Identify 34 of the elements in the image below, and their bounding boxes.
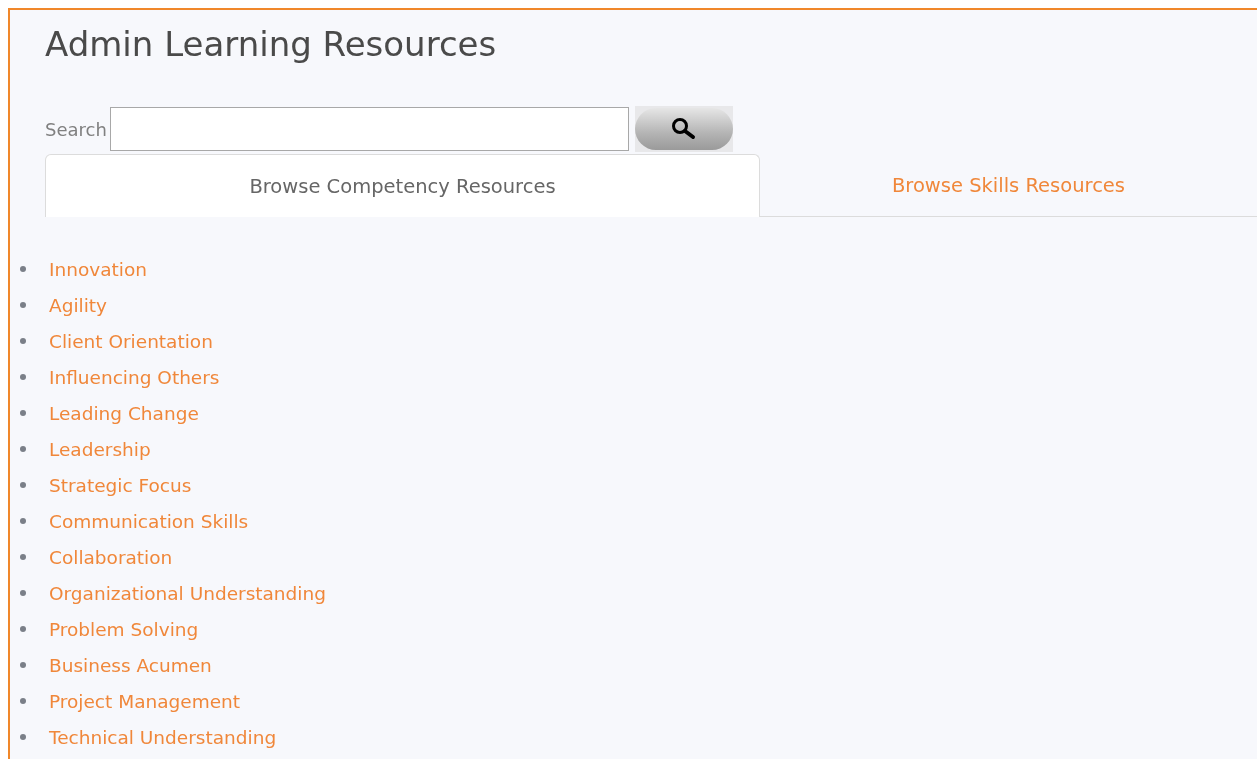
bullet-icon [20,410,26,416]
tab[interactable]: Browse Competency Resources [45,154,760,217]
bullet-icon [20,590,26,596]
competency-link[interactable]: Problem Solving [49,618,199,640]
competency-link[interactable]: Agility [49,294,108,316]
bullet-icon [20,734,26,740]
competency-link[interactable]: Collaboration [49,546,173,568]
competency-link[interactable]: Technical Understanding [49,726,277,748]
competency-link[interactable]: Innovation [49,258,147,280]
search-field[interactable] [109,107,629,151]
competency-link[interactable]: Influencing Others [49,366,220,388]
bullet-icon [20,518,26,524]
bullet-icon [20,482,26,488]
search-label: Search [45,118,107,140]
bullet-icon [20,626,26,632]
competency-link[interactable]: Project Management [49,690,241,712]
competency-link[interactable]: Leading Change [49,402,199,424]
competency-link[interactable]: Communication Skills [49,510,249,532]
page-title: Admin Learning Resources [45,23,498,64]
competency-link[interactable]: Business Acumen [49,654,212,676]
bullet-icon [20,446,26,452]
bullet-icon [20,266,26,272]
competency-link[interactable]: Strategic Focus [49,474,192,496]
bullet-icon [20,662,26,668]
competency-link[interactable]: Client Orientation [49,330,213,352]
bullet-icon [20,554,26,560]
bullet-icon [20,338,26,344]
bullet-icon [20,374,26,380]
search-button[interactable] [634,108,733,150]
competency-link[interactable]: Leadership [49,438,151,460]
bullet-icon [20,302,26,308]
bullet-icon [20,698,26,704]
competency-link[interactable]: Organizational Understanding [49,582,326,604]
tab[interactable]: Browse Skills Resources [760,154,1257,216]
